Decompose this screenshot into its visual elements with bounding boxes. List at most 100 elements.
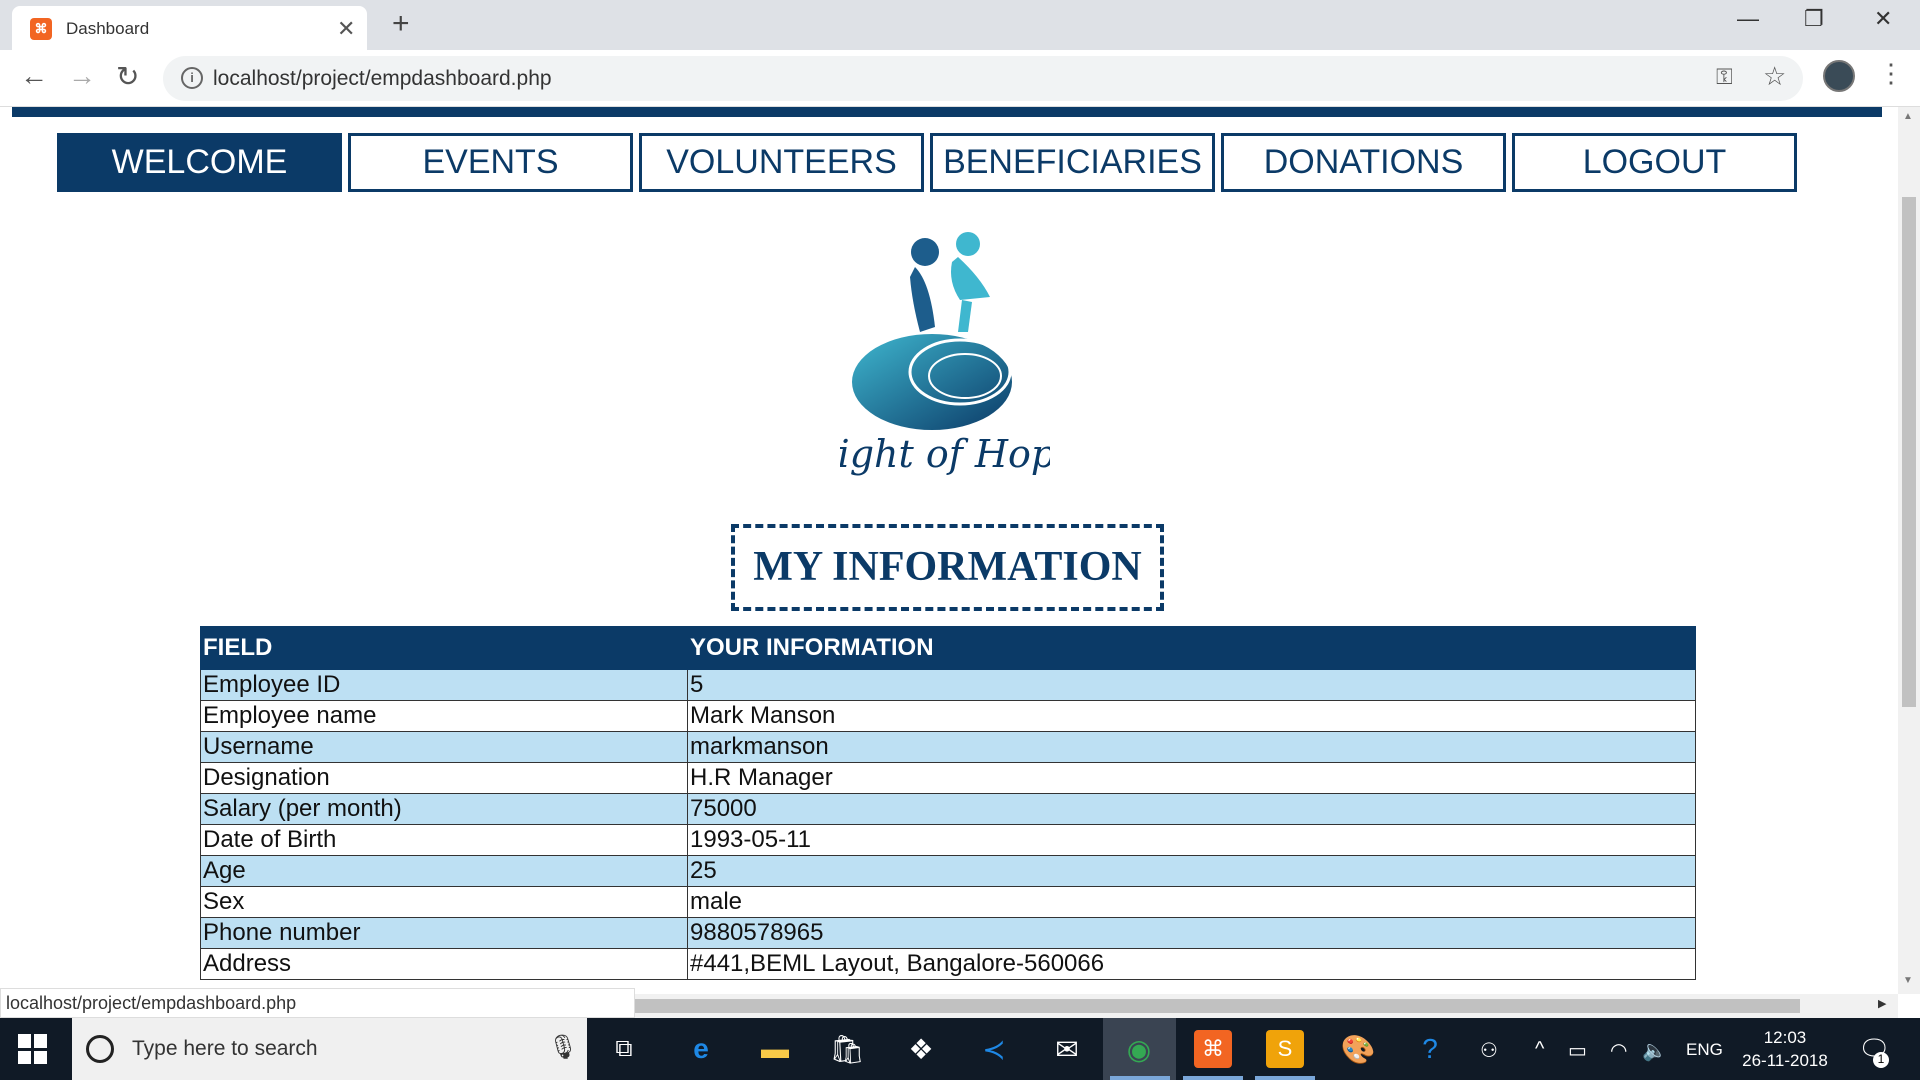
field-value: #441,BEML Layout, Bangalore-560066 [687, 948, 1696, 980]
logo-text: Light of Hope [840, 432, 1050, 476]
table-row: Sex male [200, 886, 1696, 918]
status-bar-url: localhost/project/empdashboard.php [0, 988, 635, 1018]
xampp-icon: ⌘ [30, 18, 52, 40]
vertical-scroll-thumb[interactable] [1902, 197, 1916, 707]
page-viewport: WELCOME EVENTS VOLUNTEERS BENEFICIARIES … [0, 107, 1898, 994]
horizontal-scroll-thumb[interactable] [635, 999, 1800, 1013]
light-of-hope-logo: Light of Hope [840, 232, 1050, 476]
tray-expand-icon[interactable]: ^ [1535, 1038, 1544, 1061]
nav-beneficiaries[interactable]: BENEFICIARIES [930, 133, 1215, 192]
close-tab-icon[interactable]: ✕ [337, 16, 355, 42]
horizontal-scrollbar[interactable]: ▶ [635, 994, 1898, 1018]
nav-events[interactable]: EVENTS [348, 133, 633, 192]
search-placeholder[interactable]: Type here to search [132, 1037, 318, 1061]
chrome-icon[interactable]: ◉ [1120, 1030, 1158, 1068]
taskbar-clock[interactable]: 12:03 26-11-2018 [1735, 1026, 1835, 1072]
forward-icon[interactable]: → [68, 60, 96, 92]
file-explorer-icon[interactable]: ▬ [756, 1030, 794, 1068]
sublime-icon[interactable]: S [1266, 1030, 1304, 1068]
field-value: male [687, 886, 1696, 918]
field-value: 1993-05-11 [687, 824, 1696, 856]
minimize-button[interactable]: — [1737, 6, 1759, 32]
wifi-icon[interactable]: ◠ [1610, 1038, 1627, 1063]
vscode-icon[interactable]: ≺ [975, 1030, 1013, 1068]
microphone-icon[interactable]: 🎙 [548, 1033, 578, 1062]
people-icon[interactable]: ⚇ [1480, 1038, 1498, 1063]
field-value: H.R Manager [687, 762, 1696, 794]
help-icon[interactable]: ? [1411, 1030, 1449, 1068]
address-bar[interactable]: i localhost/project/empdashboard.php ⚿ ☆ [163, 56, 1803, 101]
scroll-up-icon[interactable]: ▲ [1903, 111, 1913, 122]
key-icon[interactable]: ⚿ [1716, 64, 1733, 90]
table-row: Salary (per month) 75000 [200, 793, 1696, 825]
close-window-button[interactable]: ✕ [1874, 6, 1892, 32]
table-row: Address #441,BEML Layout, Bangalore-56006… [200, 948, 1696, 980]
new-tab-button[interactable]: + [392, 7, 410, 41]
language-indicator[interactable]: ENG [1686, 1040, 1723, 1060]
battery-icon[interactable]: ▭ [1568, 1038, 1587, 1063]
store-icon[interactable]: 🛍 [828, 1030, 866, 1068]
header-field: FIELD [200, 626, 688, 670]
field-value: markmanson [687, 731, 1696, 763]
edge-icon[interactable]: e [682, 1030, 720, 1068]
section-title: MY INFORMATION [731, 524, 1164, 611]
field-label: Designation [200, 762, 688, 794]
task-view-icon[interactable]: ⧉ [605, 1030, 643, 1068]
volume-icon[interactable]: 🔈 [1642, 1038, 1667, 1063]
windows-start-icon[interactable] [18, 1034, 48, 1064]
browser-toolbar: ← → ↻ i localhost/project/empdashboard.p… [0, 50, 1920, 107]
bookmark-star-icon[interactable]: ☆ [1763, 61, 1786, 92]
vertical-scrollbar[interactable]: ▲ ▼ [1898, 107, 1920, 994]
table-row: Designation H.R Manager [200, 762, 1696, 794]
notification-count: 1 [1873, 1052, 1889, 1068]
field-label: Employee name [200, 700, 688, 732]
info-icon[interactable]: i [181, 67, 203, 89]
header-your-information: YOUR INFORMATION [687, 626, 1696, 670]
table-row: Age 25 [200, 855, 1696, 887]
xampp-taskbar-icon[interactable]: ⌘ [1194, 1030, 1232, 1068]
field-label: Sex [200, 886, 688, 918]
reload-icon[interactable]: ↻ [116, 60, 139, 93]
dropbox-icon[interactable]: ❖ [902, 1030, 940, 1068]
table-row: Phone number 9880578965 [200, 917, 1696, 949]
field-value: 25 [687, 855, 1696, 887]
field-label: Date of Birth [200, 824, 688, 856]
table-row: Employee name Mark Manson [200, 700, 1696, 732]
table-header-row: FIELD YOUR INFORMATION [200, 626, 1696, 670]
clock-time: 12:03 [1763, 1028, 1807, 1047]
information-table: FIELD YOUR INFORMATION Employee ID 5 Empl… [200, 626, 1696, 980]
field-label: Age [200, 855, 688, 887]
browser-tab-bar: ⌘ Dashboard ✕ + — ❐ ✕ [0, 0, 1920, 50]
cortana-icon[interactable] [86, 1035, 114, 1063]
address-url[interactable]: localhost/project/empdashboard.php [213, 67, 552, 91]
tab-title: Dashboard [66, 19, 150, 38]
table-row: Username markmanson [200, 731, 1696, 763]
browser-tab[interactable]: ⌘ Dashboard ✕ [12, 6, 367, 50]
nav-volunteers[interactable]: VOLUNTEERS [639, 133, 924, 192]
field-value: 75000 [687, 793, 1696, 825]
taskbar-search-box[interactable]: Type here to search 🎙 [72, 1018, 587, 1080]
scroll-right-icon[interactable]: ▶ [1878, 997, 1886, 1010]
chrome-active-indicator [1110, 1076, 1170, 1080]
menu-icon[interactable]: ⋮ [1878, 58, 1904, 89]
clock-date: 26-11-2018 [1742, 1051, 1828, 1070]
xampp-active-indicator [1183, 1076, 1243, 1080]
profile-avatar[interactable] [1823, 60, 1855, 92]
back-icon[interactable]: ← [20, 60, 48, 92]
maximize-button[interactable]: ❐ [1804, 6, 1824, 32]
nav-donations[interactable]: DONATIONS [1221, 133, 1506, 192]
table-row: Date of Birth 1993-05-11 [200, 824, 1696, 856]
field-value: 9880578965 [687, 917, 1696, 949]
table-row: Employee ID 5 [200, 669, 1696, 701]
field-label: Username [200, 731, 688, 763]
field-label: Salary (per month) [200, 793, 688, 825]
windows-taskbar: Type here to search 🎙 ⧉ e ▬ 🛍 ❖ ≺ ✉ ◉ ⌘ … [0, 1018, 1920, 1080]
field-label: Employee ID [200, 669, 688, 701]
paint-icon[interactable]: 🎨 [1339, 1030, 1377, 1068]
mail-icon[interactable]: ✉ [1048, 1030, 1086, 1068]
field-value: Mark Manson [687, 700, 1696, 732]
nav-logout[interactable]: LOGOUT [1512, 133, 1797, 192]
field-label: Address [200, 948, 688, 980]
scroll-down-icon[interactable]: ▼ [1903, 975, 1913, 986]
nav-welcome[interactable]: WELCOME [57, 133, 342, 192]
